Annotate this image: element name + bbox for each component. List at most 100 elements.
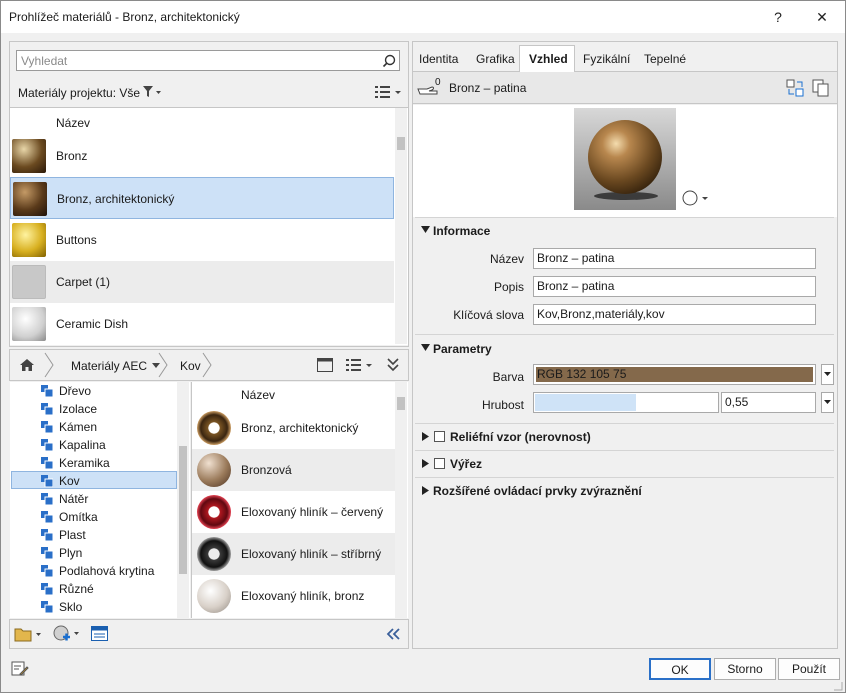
keywords-label: Klíčová slova	[453, 308, 524, 322]
scrollbar-thumb[interactable]	[397, 137, 405, 150]
category-icon	[41, 403, 53, 415]
tree-item[interactable]: Podlahová krytina	[41, 562, 181, 580]
cutout-label: Výřez	[450, 457, 483, 471]
view-options-icon[interactable]	[375, 85, 403, 99]
library-list-header: Název	[241, 388, 276, 402]
tree-item[interactable]: Nátěr	[41, 490, 181, 508]
tree-item[interactable]: Dřevo	[41, 382, 181, 400]
tab-graphics[interactable]: Grafika	[476, 47, 515, 71]
resize-grip[interactable]	[833, 681, 843, 691]
keywords-field[interactable]: Kov,Bronz,materiály,kov	[533, 304, 816, 325]
duplicate-asset-icon[interactable]	[812, 79, 830, 97]
tree-item[interactable]: Různé	[41, 580, 181, 598]
tab-thermal[interactable]: Tepelné	[644, 47, 686, 71]
tree-item-label: Nátěr	[59, 492, 89, 506]
tree-item-label: Izolace	[59, 402, 98, 416]
section-parametry[interactable]: Parametry	[433, 342, 492, 356]
collapsed-triangle-icon[interactable]	[422, 432, 430, 442]
list-item[interactable]: Buttons	[10, 219, 394, 261]
list-item[interactable]: Ceramic Dish	[10, 303, 394, 345]
category-icon	[41, 475, 53, 487]
search-input[interactable]: Vyhledat	[16, 50, 400, 71]
replace-asset-icon[interactable]	[786, 79, 804, 97]
category-icon	[41, 421, 53, 433]
project-list-scrollbar[interactable]	[395, 108, 407, 344]
category-icon	[41, 565, 53, 577]
list-item-selected[interactable]: Bronz, architektonický	[10, 177, 394, 219]
library-view-options-icon[interactable]	[346, 358, 374, 372]
tab-physical[interactable]: Fyzikální	[583, 47, 630, 71]
tree-item-label: Kov	[59, 474, 80, 488]
tree-item-label: Kámen	[59, 420, 98, 434]
tree-item[interactable]: Izolace	[41, 400, 181, 418]
relief-checkbox[interactable]	[434, 431, 445, 442]
material-thumbnail	[197, 495, 231, 529]
name-field[interactable]: Bronz – patina	[533, 248, 816, 269]
create-material-icon[interactable]	[53, 625, 81, 643]
color-swatch-field[interactable]: RGB 132 105 75	[533, 364, 816, 385]
section-informace[interactable]: Informace	[433, 224, 490, 238]
tree-item[interactable]: Keramika	[41, 454, 181, 472]
description-field[interactable]: Bronz – patina	[533, 276, 816, 297]
list-item[interactable]: Eloxovaný hliník, bronz	[192, 575, 395, 617]
category-icon	[41, 457, 53, 469]
section-relief[interactable]: Reliéfní vzor (nerovnost)	[434, 430, 591, 444]
tree-scrollbar[interactable]	[177, 382, 189, 618]
library-folder-icon[interactable]	[14, 626, 42, 642]
edit-material-icon[interactable]	[11, 661, 29, 677]
asset-name: Bronz – patina	[449, 81, 527, 95]
panel-view-icon[interactable]	[317, 358, 333, 372]
tree-item[interactable]: Kapalina	[41, 436, 181, 454]
section-advanced-highlight[interactable]: Rozšířené ovládací prvky zvýraznění	[433, 484, 642, 498]
category-icon	[41, 547, 53, 559]
list-item[interactable]: Carpet (1)	[10, 261, 394, 303]
material-thumbnail	[12, 265, 46, 299]
material-name: Bronzová	[241, 463, 292, 477]
list-item[interactable]: Eloxovaný hliník – červený	[192, 491, 395, 533]
list-item[interactable]: Bronz, architektonický	[192, 407, 395, 449]
expand-triangle-icon[interactable]	[421, 344, 431, 352]
cancel-button[interactable]: Storno	[714, 658, 776, 680]
title-bar: Prohlížeč materiálů - Bronz, architekton…	[1, 1, 845, 33]
tree-item[interactable]: Plyn	[41, 544, 181, 562]
chevron-down-icon	[824, 372, 831, 376]
expand-triangle-icon[interactable]	[421, 226, 431, 234]
list-item[interactable]: Eloxovaný hliník – stříbrný	[192, 533, 395, 575]
tree-item[interactable]: Kámen	[41, 418, 181, 436]
filter-icon[interactable]	[143, 86, 163, 98]
tree-item-label: Plyn	[59, 546, 83, 560]
collapse-down-icon[interactable]	[386, 357, 400, 373]
list-item[interactable]: Bronzová	[192, 449, 395, 491]
cutout-checkbox[interactable]	[434, 458, 445, 469]
material-thumbnail	[197, 579, 231, 613]
roughness-dropdown-button[interactable]	[821, 392, 834, 413]
section-cutout[interactable]: Výřez	[434, 457, 482, 471]
tree-item[interactable]: Plast	[41, 526, 181, 544]
tab-appearance[interactable]: Vzhled	[529, 47, 568, 71]
library-list-scrollbar[interactable]	[395, 382, 407, 618]
collapsed-triangle-icon[interactable]	[422, 459, 430, 469]
collapse-left-icon[interactable]	[385, 627, 401, 641]
roughness-slider[interactable]	[533, 392, 719, 413]
tree-item[interactable]: Sklo	[41, 598, 181, 616]
search-placeholder: Vyhledat	[21, 54, 68, 68]
material-thumbnail	[12, 139, 46, 173]
apply-button[interactable]: Použít	[778, 658, 840, 680]
editor-panel-icon[interactable]	[91, 626, 109, 642]
tree-item[interactable]: Omítka	[41, 508, 181, 526]
tab-identity[interactable]: Identita	[419, 47, 458, 71]
scrollbar-thumb[interactable]	[397, 397, 405, 410]
list-item[interactable]: Bronz	[10, 135, 394, 177]
roughness-value-field[interactable]: 0,55	[721, 392, 816, 413]
help-button[interactable]: ?	[761, 5, 795, 29]
ok-button[interactable]: OK	[649, 658, 711, 680]
preview-options-icon[interactable]	[682, 190, 710, 206]
home-icon[interactable]	[19, 358, 35, 372]
collapsed-triangle-icon[interactable]	[422, 486, 430, 496]
search-icon[interactable]	[382, 54, 396, 68]
color-value: RGB 132 105 75	[537, 367, 627, 381]
color-dropdown-button[interactable]	[821, 364, 834, 385]
tree-item[interactable]: Kov	[41, 472, 181, 490]
scrollbar-thumb[interactable]	[179, 446, 187, 574]
close-button[interactable]: ✕	[805, 5, 839, 29]
